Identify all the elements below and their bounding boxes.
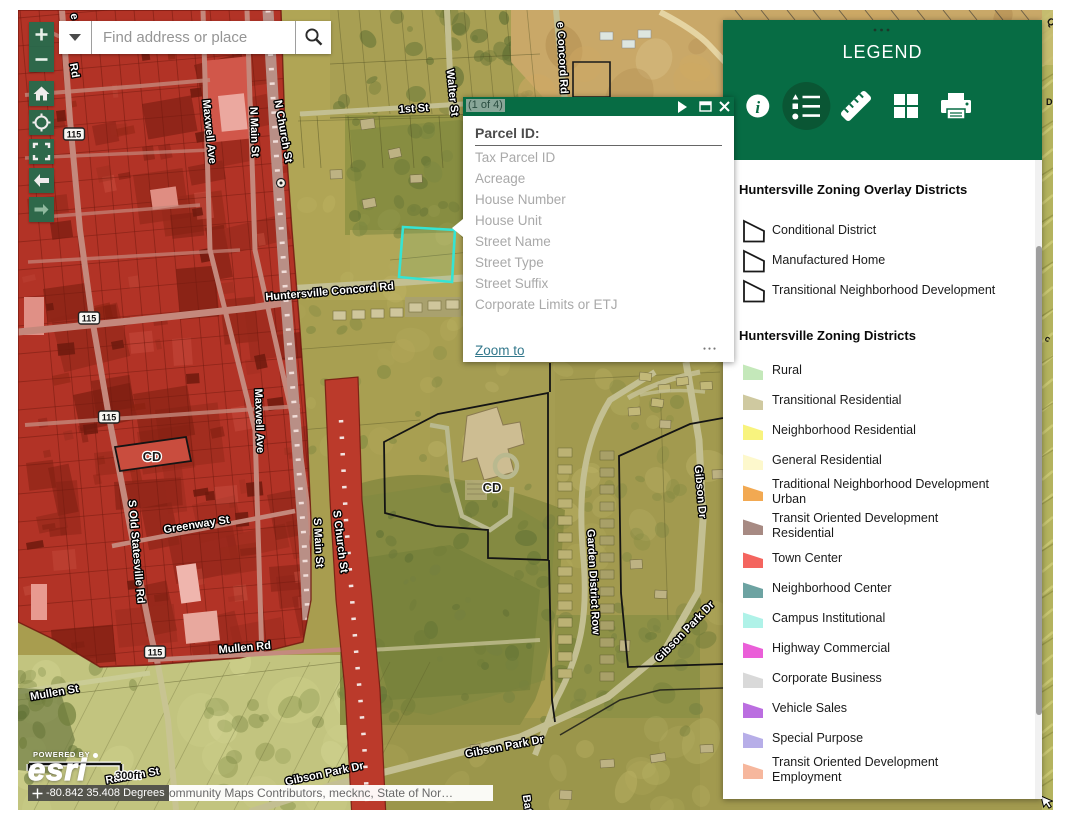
- svg-text:Rd: Rd: [67, 62, 81, 79]
- svg-text:D: D: [1046, 97, 1053, 107]
- svg-text:i: i: [755, 98, 760, 117]
- svg-text:CD: CD: [483, 480, 502, 495]
- svg-text:300ft: 300ft: [115, 770, 141, 782]
- svg-text:CD: CD: [143, 449, 162, 464]
- svg-text:Maxwell Ave: Maxwell Ave: [252, 388, 266, 453]
- svg-text:Bat: Bat: [520, 794, 534, 810]
- svg-text:115: 115: [102, 413, 117, 423]
- svg-text:115: 115: [82, 314, 97, 324]
- svg-text:1st St: 1st St: [398, 102, 429, 116]
- svg-text:115: 115: [67, 130, 82, 140]
- svg-text:115: 115: [148, 648, 163, 658]
- svg-text:N Main St: N Main St: [247, 107, 261, 158]
